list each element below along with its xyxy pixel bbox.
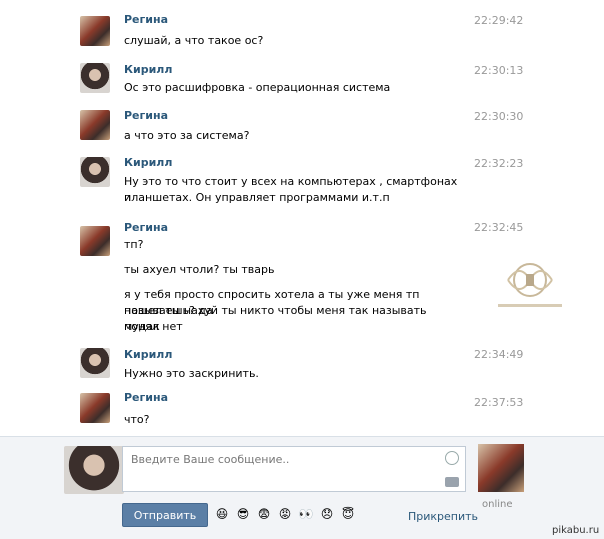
avatar[interactable]: [80, 393, 110, 423]
laughing-emoji-icon[interactable]: 😆: [214, 506, 230, 522]
avatar[interactable]: [80, 226, 110, 256]
message-text: тп?: [124, 238, 144, 251]
peer-avatar[interactable]: [478, 444, 524, 492]
sender-name[interactable]: Регина: [124, 391, 168, 404]
avatar[interactable]: [80, 157, 110, 187]
sender-name[interactable]: Кирилл: [124, 63, 172, 76]
message-text: планшетах. Он управляет программами и.т.…: [124, 191, 390, 204]
message-time: 22:30:13: [474, 64, 524, 77]
online-status: online: [482, 499, 513, 510]
message-time: 22:29:42: [474, 14, 524, 27]
scared-emoji-icon[interactable]: 😨: [256, 506, 272, 522]
sender-name[interactable]: Кирилл: [124, 156, 172, 169]
message-time: 22:30:30: [474, 110, 524, 123]
message-time: 22:32:45: [474, 221, 524, 234]
sender-name[interactable]: Регина: [124, 13, 168, 26]
message-text: а что это за система?: [124, 129, 250, 142]
message-time: 22:34:49: [474, 348, 524, 361]
message-text: мудак: [124, 320, 160, 333]
message-text: Ос это расшифровка - операционная систем…: [124, 81, 391, 94]
emoji-bar: 😆 😎 😨 😡 👀 😞 😇: [214, 506, 356, 522]
message-text: ты ахуел чтоли? ты тварь: [124, 263, 275, 276]
message-text: слушай, а что такое ос?: [124, 34, 264, 47]
angry-emoji-icon[interactable]: 😡: [277, 506, 293, 522]
smile-icon[interactable]: [445, 451, 459, 465]
chat-history: Регина 22:29:42 слушай, а что такое ос? …: [0, 0, 604, 436]
sad-emoji-icon[interactable]: 😞: [319, 506, 335, 522]
angel-emoji-icon[interactable]: 😇: [340, 506, 356, 522]
sender-name[interactable]: Регина: [124, 221, 168, 234]
camera-icon[interactable]: [445, 477, 459, 487]
avatar[interactable]: [80, 110, 110, 140]
eyes-emoji-icon[interactable]: 👀: [298, 506, 314, 522]
message-input[interactable]: [131, 453, 431, 466]
message-time: 22:37:53: [474, 396, 524, 409]
avatar[interactable]: [80, 16, 110, 46]
message-time: 22:32:23: [474, 157, 524, 170]
sender-name[interactable]: Регина: [124, 109, 168, 122]
site-watermark: pikabu.ru: [552, 525, 600, 536]
message-input-box[interactable]: [122, 446, 466, 492]
message-text: что?: [124, 413, 150, 426]
avatar[interactable]: [80, 63, 110, 93]
sender-name[interactable]: Кирилл: [124, 348, 172, 361]
cool-emoji-icon[interactable]: 😎: [235, 506, 251, 522]
watermark-icon: [498, 263, 562, 307]
attach-link[interactable]: Прикрепить: [408, 510, 478, 523]
message-text: Нужно это заскринить.: [124, 367, 259, 380]
avatar[interactable]: [64, 446, 124, 494]
send-button[interactable]: Отправить: [122, 503, 208, 527]
avatar[interactable]: [80, 348, 110, 378]
